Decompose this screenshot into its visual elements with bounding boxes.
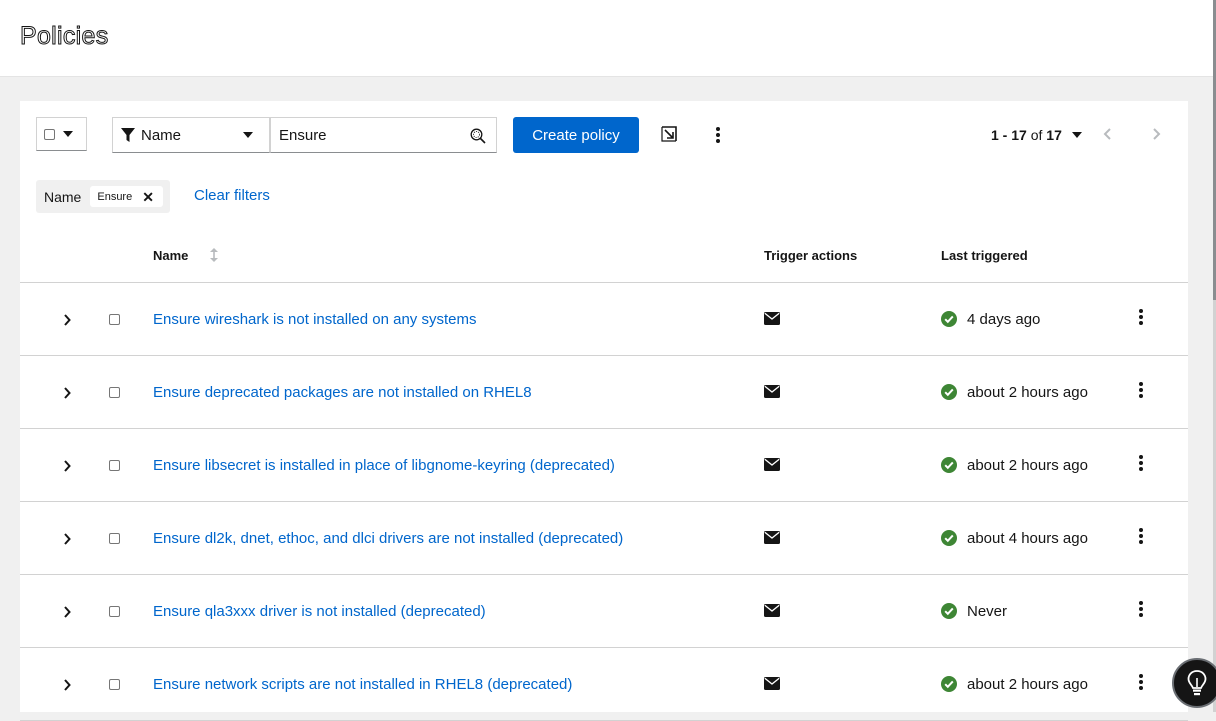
last-triggered-value: about 2 hours ago [967,384,1088,401]
pagination-toggle[interactable]: 1 - 17 of 17 [991,127,1082,143]
chip-value: Ensure [97,190,133,203]
table-row: Ensure deprecated packages are not insta… [20,356,1188,429]
row-checkbox[interactable] [109,387,120,398]
row-checkbox[interactable] [109,314,120,325]
export-icon[interactable] [661,126,677,142]
create-policy-button[interactable]: Create policy [513,117,639,153]
chip-category-label: Name [44,188,82,205]
sort-icon[interactable] [210,248,218,262]
chevron-right-icon[interactable] [63,460,71,472]
filter-icon [121,128,135,142]
policy-name-link[interactable]: Ensure deprecated packages are not insta… [153,384,532,401]
row-checkbox[interactable] [109,533,120,544]
filter-chip: Ensure ✕ [90,186,163,207]
check-circle-icon [941,384,957,400]
table-row: Ensure qla3xxx driver is not installed (… [20,575,1188,648]
search-input[interactable] [279,118,459,152]
caret-down-icon [243,132,253,138]
caret-down-icon[interactable] [63,131,73,137]
clear-filters-button[interactable]: Clear filters [194,187,270,204]
table-row: Ensure dl2k, dnet, ethoc, and dlci drive… [20,502,1188,575]
row-checkbox[interactable] [109,679,120,690]
pagination-total: 17 [1046,127,1062,143]
kebab-icon[interactable] [1139,674,1143,690]
page-header: Policies [0,0,1213,77]
table-row: Ensure libsecret is installed in place o… [20,429,1188,502]
policy-name-link[interactable]: Ensure libsecret is installed in place o… [153,457,615,474]
filter-attribute-label: Name [141,126,182,144]
filter-chip-group: Name Ensure ✕ [36,180,170,213]
pagination-of: of [1030,127,1043,143]
kebab-icon[interactable] [1139,601,1143,617]
last-triggered-value: about 4 hours ago [967,530,1088,547]
chevron-right-icon[interactable] [63,387,71,399]
kebab-icon[interactable] [1139,309,1143,325]
last-triggered-value: about 2 hours ago [967,457,1088,474]
search-icon[interactable] [470,128,486,144]
policy-name-link[interactable]: Ensure wireshark is not installed on any… [153,311,476,328]
search-box[interactable] [270,117,497,153]
row-checkbox[interactable] [109,460,120,471]
policies-card: Name Create policy 1 - 17 of 17 Name Ens… [20,101,1188,721]
last-triggered-value: about 2 hours ago [967,676,1088,693]
check-circle-icon [941,530,957,546]
envelope-icon [764,604,780,617]
policy-name-link[interactable]: Ensure dl2k, dnet, ethoc, and dlci drive… [153,530,623,547]
table-row: Ensure wireshark is not installed on any… [20,283,1188,356]
bulk-select-checkbox[interactable] [44,128,55,140]
page-title: Policies [20,22,109,51]
chevron-right-icon[interactable] [63,533,71,545]
last-triggered-value: 4 days ago [967,311,1041,328]
envelope-icon [764,312,780,325]
check-circle-icon [941,311,957,327]
chevron-right-icon[interactable] [63,606,71,618]
kebab-icon[interactable] [1139,528,1143,544]
kebab-icon[interactable] [716,127,720,143]
policy-name-link[interactable]: Ensure network scripts are not installed… [153,676,572,693]
close-icon[interactable]: ✕ [142,190,154,204]
chevron-left-icon[interactable] [1103,128,1113,140]
column-header-name[interactable]: Name [153,248,188,263]
kebab-icon[interactable] [1139,455,1143,471]
help-button[interactable] [1172,658,1216,708]
envelope-icon [764,677,780,690]
envelope-icon [764,385,780,398]
filter-attribute-select[interactable]: Name [112,117,270,153]
lightbulb-icon [1187,670,1207,696]
chevron-right-icon[interactable] [63,314,71,326]
chevron-right-icon[interactable] [1151,128,1161,140]
last-triggered-value: Never [967,603,1008,620]
chevron-right-icon[interactable] [63,679,71,691]
column-header-trigger-actions: Trigger actions [764,248,858,263]
policy-name-link[interactable]: Ensure qla3xxx driver is not installed (… [153,603,486,620]
table-row: Ensure network scripts are not installed… [20,648,1188,721]
row-checkbox[interactable] [109,606,120,617]
envelope-icon [764,531,780,544]
envelope-icon [764,458,780,471]
check-circle-icon [941,603,957,619]
pagination-range: 1 - 17 [991,127,1027,143]
check-circle-icon [941,457,957,473]
caret-down-icon[interactable] [1071,132,1082,138]
bulk-select-dropdown[interactable] [36,117,87,151]
check-circle-icon [941,676,957,692]
column-header-last-triggered: Last triggered [941,248,1028,263]
kebab-icon[interactable] [1139,382,1143,398]
